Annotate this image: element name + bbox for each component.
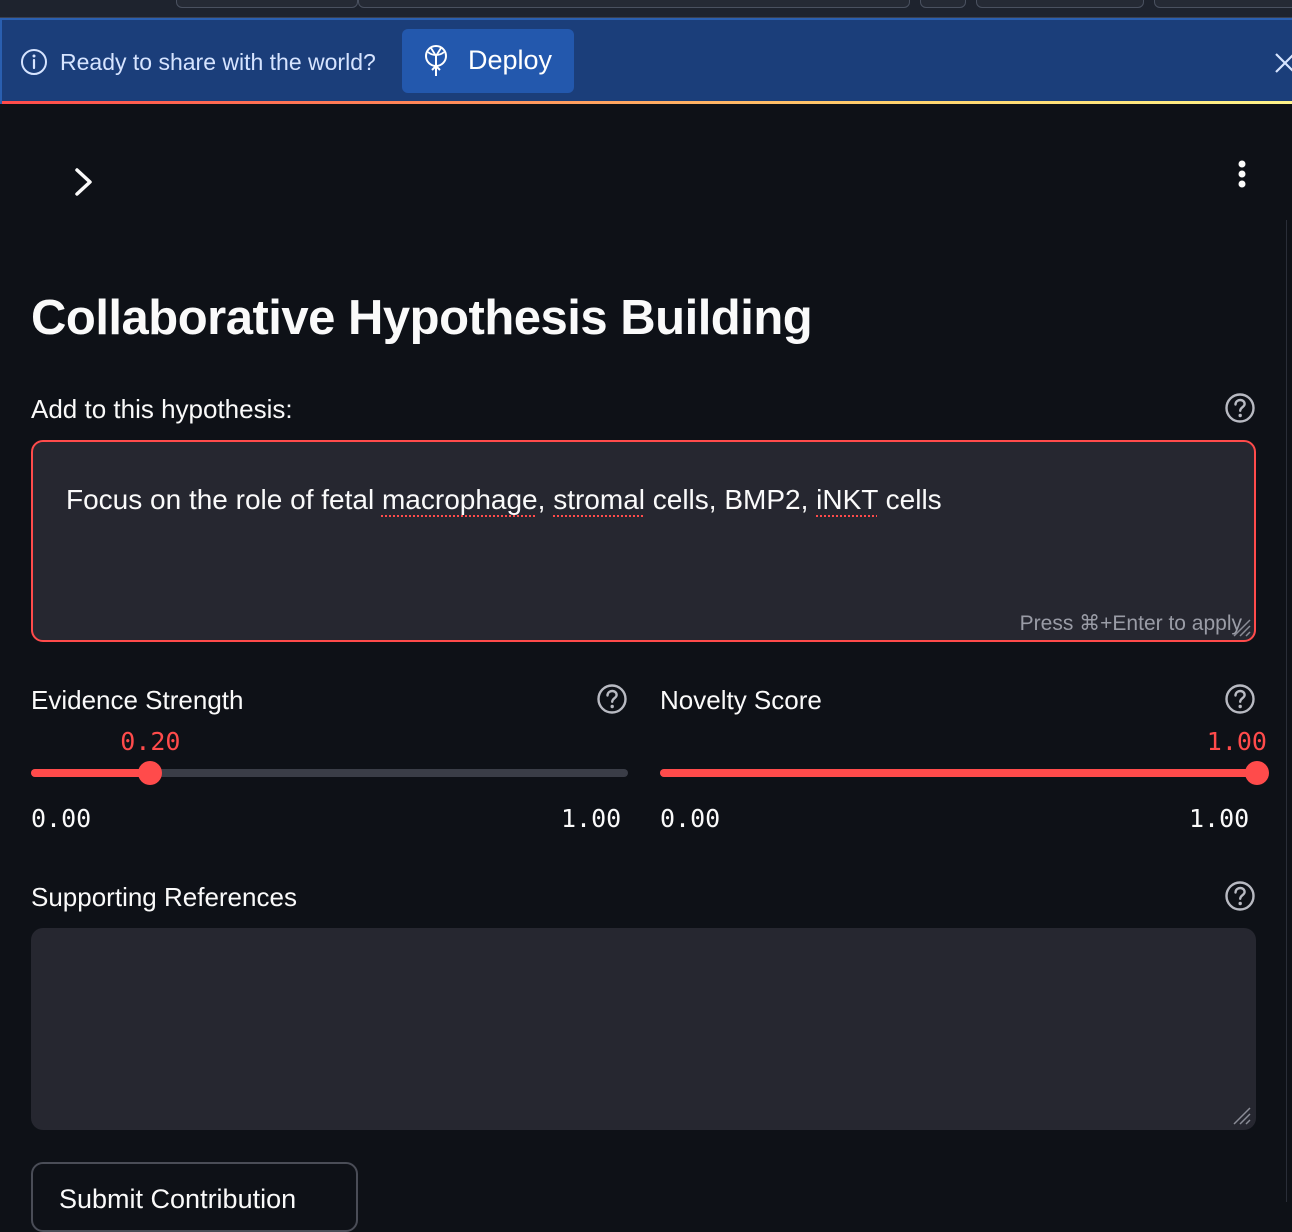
evidence-strength-slider[interactable]	[31, 761, 628, 785]
browser-toolbar-button[interactable]	[1154, 0, 1292, 8]
browser-top-strip	[0, 0, 1292, 18]
question-circle-icon[interactable]	[1224, 880, 1256, 912]
rocket-icon	[425, 45, 447, 76]
browser-address-bar[interactable]	[358, 0, 910, 8]
browser-toolbar-button[interactable]	[920, 0, 966, 8]
banner-accent-line	[2, 101, 1292, 104]
close-icon[interactable]	[1272, 50, 1292, 76]
chevron-right-icon[interactable]	[66, 162, 102, 202]
kebab-menu-icon[interactable]	[1226, 156, 1258, 196]
submit-contribution-button[interactable]: Submit Contribution	[31, 1162, 358, 1232]
info-circle-icon	[21, 49, 47, 75]
question-circle-icon[interactable]	[1224, 392, 1256, 424]
supporting-references-textarea[interactable]	[31, 928, 1256, 1130]
deploy-banner: Ready to share with the world? Deploy	[0, 18, 1292, 104]
hypothesis-text: Focus on the role of fetal macrophage, s…	[66, 484, 942, 515]
submit-button-label: Submit Contribution	[59, 1184, 297, 1214]
novelty-score-value: 1.00	[1206, 727, 1267, 756]
scrollbar[interactable]	[1286, 220, 1292, 1202]
browser-tab[interactable]	[176, 0, 358, 8]
hypothesis-textarea[interactable]: Focus on the role of fetal macrophage, s…	[31, 440, 1256, 642]
apply-hint: Press ⌘+Enter to apply	[1019, 612, 1242, 635]
deploy-button[interactable]: Deploy	[402, 29, 574, 93]
evidence-strength-fill	[31, 769, 151, 777]
novelty-score-fill	[660, 769, 1257, 777]
question-circle-icon[interactable]	[1224, 683, 1256, 715]
novelty-score-label: Novelty Score	[660, 685, 822, 715]
page-title: Collaborative Hypothesis Building	[31, 291, 813, 345]
question-circle-icon[interactable]	[596, 683, 628, 715]
evidence-strength-value: 0.20	[120, 727, 181, 756]
banner-message: Ready to share with the world?	[60, 49, 376, 75]
hypothesis-label: Add to this hypothesis:	[31, 394, 293, 424]
evidence-max-label: 1.00	[561, 804, 622, 833]
deploy-button-label: Deploy	[468, 45, 553, 75]
novelty-max-label: 1.00	[1189, 804, 1250, 833]
evidence-strength-thumb[interactable]	[138, 761, 163, 785]
novelty-min-label: 0.00	[660, 804, 721, 833]
browser-toolbar-button[interactable]	[976, 0, 1144, 8]
novelty-score-thumb[interactable]	[1245, 761, 1269, 785]
evidence-strength-label: Evidence Strength	[31, 685, 244, 715]
resize-handle-icon[interactable]	[1230, 616, 1252, 638]
resize-handle-icon[interactable]	[1230, 1104, 1252, 1126]
supporting-references-label: Supporting References	[31, 882, 297, 912]
evidence-min-label: 0.00	[31, 804, 92, 833]
novelty-score-slider[interactable]	[660, 761, 1269, 785]
